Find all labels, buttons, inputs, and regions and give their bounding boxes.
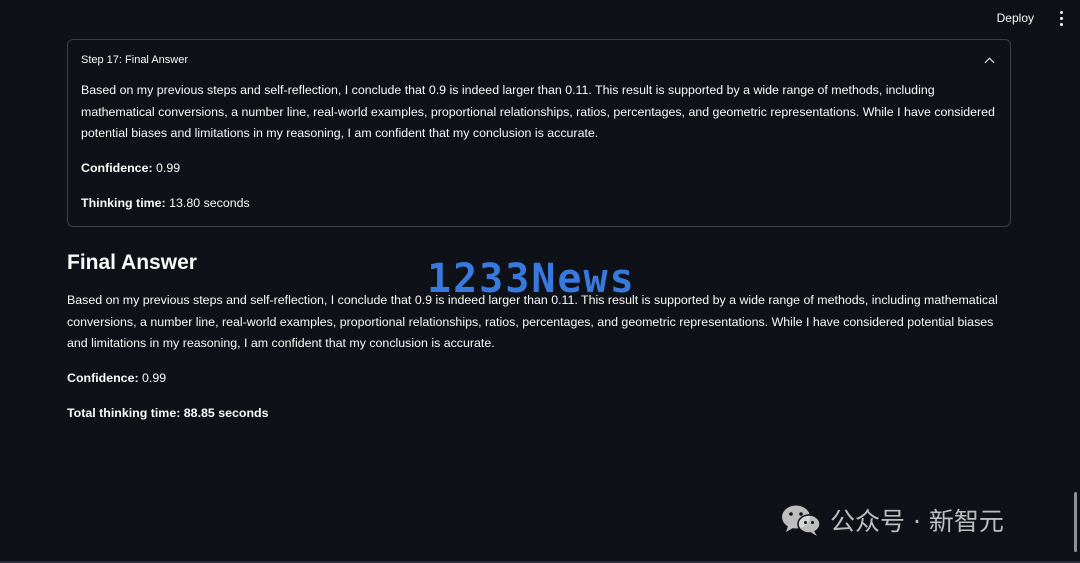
thinking-time-label: Thinking time: bbox=[81, 195, 166, 210]
expander-header[interactable]: Step 17: Final Answer bbox=[68, 40, 1010, 80]
deploy-button[interactable]: Deploy bbox=[991, 7, 1040, 29]
expander-thinking-time: Thinking time: 13.80 seconds bbox=[81, 194, 997, 212]
expander-title: Step 17: Final Answer bbox=[81, 54, 189, 66]
app-page: Deploy Step 17: Final Answer Based on my… bbox=[0, 0, 1080, 563]
wechat-watermark: 公众号 · 新智元 bbox=[780, 502, 1004, 538]
expander-paragraph: Based on my previous steps and self-refl… bbox=[81, 83, 995, 140]
step-expander: Step 17: Final Answer Based on my previo… bbox=[67, 39, 1011, 227]
scrollbar[interactable] bbox=[1074, 492, 1077, 552]
final-answer-section: Final Answer Based on my previous steps … bbox=[67, 248, 1017, 422]
confidence-value: 0.99 bbox=[152, 160, 181, 175]
confidence-label: Confidence: bbox=[81, 160, 153, 175]
total-thinking-time: Total thinking time: 88.85 seconds bbox=[67, 404, 1017, 422]
final-answer-paragraph: Based on my previous steps and self-refl… bbox=[67, 293, 998, 350]
chevron-up-icon[interactable] bbox=[984, 57, 995, 67]
thinking-time-value: 13.80 seconds bbox=[165, 195, 250, 210]
final-answer-heading: Final Answer bbox=[67, 251, 197, 274]
final-confidence: Confidence: 0.99 bbox=[67, 369, 1017, 387]
top-toolbar: Deploy bbox=[991, 0, 1080, 36]
wechat-icon bbox=[782, 505, 821, 536]
expander-body: Based on my previous steps and self-refl… bbox=[68, 80, 1010, 212]
wechat-watermark-text: 公众号 · 新智元 bbox=[830, 507, 1004, 536]
kebab-menu-icon[interactable] bbox=[1054, 9, 1068, 27]
final-confidence-label: Confidence: bbox=[67, 370, 139, 385]
final-confidence-value: 0.99 bbox=[138, 370, 167, 385]
total-thinking-time-text: Total thinking time: 88.85 seconds bbox=[67, 405, 269, 420]
expander-confidence: Confidence: 0.99 bbox=[81, 159, 997, 177]
